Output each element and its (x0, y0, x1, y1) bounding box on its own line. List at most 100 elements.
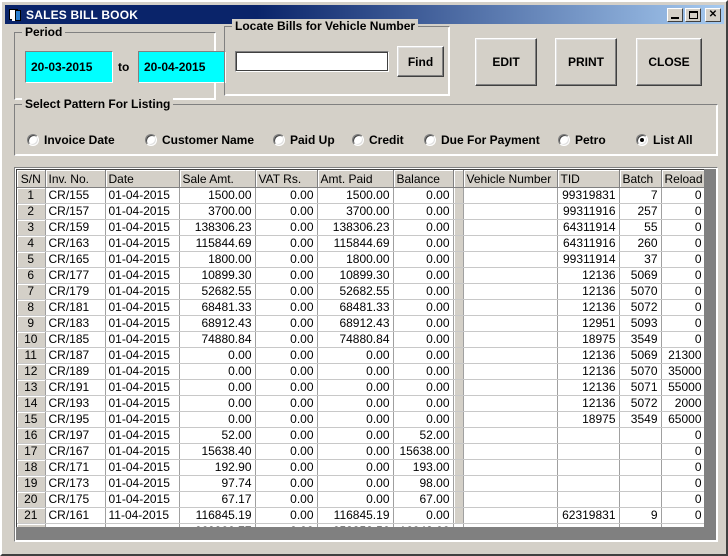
cell-sn[interactable]: 20 (17, 491, 46, 508)
cell-reload[interactable]: 0 (661, 507, 706, 524)
cell-vehicle[interactable] (463, 443, 558, 460)
cell-inv[interactable]: CR/161 (45, 507, 106, 524)
cell-vat[interactable]: 0.00 (255, 251, 318, 268)
col-sn[interactable]: S/N (17, 170, 46, 188)
cell-balance[interactable]: 0.00 (393, 187, 454, 204)
cell-tid[interactable]: 99319831 (557, 187, 620, 204)
cell-date[interactable]: 11-04-2015 (105, 507, 180, 524)
cell-tid[interactable] (557, 427, 620, 444)
cell-paid[interactable]: 1800.00 (317, 251, 394, 268)
edit-button[interactable]: EDIT (475, 38, 537, 86)
cell-sale[interactable]: 116845.19 (179, 507, 256, 524)
cell-sale[interactable]: 0.00 (179, 379, 256, 396)
cell-paid[interactable]: 10899.30 (317, 267, 394, 284)
cell-sn[interactable]: 13 (17, 379, 46, 396)
cell-paid[interactable]: 74880.84 (317, 331, 394, 348)
cell-paid[interactable]: 115844.69 (317, 235, 394, 252)
cell-inv[interactable]: CR/187 (45, 347, 106, 364)
cell-balance[interactable]: 0.00 (393, 267, 454, 284)
table-row[interactable]: 10 CR/185 01-04-2015 74880.84 0.00 74880.84 0.… (17, 331, 715, 348)
cell-inv[interactable]: CR/165 (45, 251, 106, 268)
cell-vat[interactable]: 0.00 (255, 187, 318, 204)
cell-sale[interactable]: 0.00 (179, 395, 256, 412)
cell-vehicle[interactable] (463, 267, 558, 284)
cell-balance[interactable]: 0.00 (393, 395, 454, 412)
cell-paid[interactable]: 138306.23 (317, 219, 394, 236)
cell-tid[interactable]: 12951 (557, 315, 620, 332)
cell-vat[interactable]: 0.00 (255, 507, 318, 524)
cell-vat[interactable]: 0.00 (255, 459, 318, 476)
cell-vehicle[interactable] (463, 235, 558, 252)
cell-reload[interactable]: 0 (661, 427, 706, 444)
cell-batch[interactable] (619, 427, 662, 444)
cell-paid[interactable]: 0.00 (317, 459, 394, 476)
cell-tid[interactable]: 12136 (557, 267, 620, 284)
cell-tid[interactable]: 12136 (557, 363, 620, 380)
cell-tid[interactable]: 99311916 (557, 203, 620, 220)
cell-inv[interactable]: CR/185 (45, 331, 106, 348)
cell-batch[interactable] (619, 475, 662, 492)
cell-paid[interactable]: 0.00 (317, 395, 394, 412)
cell-sale[interactable]: 115844.69 (179, 235, 256, 252)
cell-sn[interactable]: 11 (17, 347, 46, 364)
close-button[interactable]: CLOSE (636, 38, 702, 86)
cell-paid[interactable]: 0.00 (317, 427, 394, 444)
vehicle-number-input[interactable] (235, 51, 389, 72)
cell-batch[interactable]: 5072 (619, 395, 662, 412)
table-row[interactable]: 8 CR/181 01-04-2015 68481.33 0.00 68481.33 0.0… (17, 299, 715, 316)
cell-batch[interactable]: 7 (619, 187, 662, 204)
cell-paid[interactable]: 0.00 (317, 379, 394, 396)
cell-sn[interactable]: 15 (17, 411, 46, 428)
table-row[interactable]: 19CR/17301-04-201597.740.000.0098.0000 (17, 475, 715, 492)
cell-tid[interactable]: 18975 (557, 411, 620, 428)
cell-sn[interactable]: 5 (17, 251, 46, 268)
period-to-field[interactable]: 20-04-2015 (138, 51, 226, 83)
table-row[interactable]: 13 CR/191 01-04-2015 0.00 0.00 0.00 0.00 12136 5… (17, 379, 715, 396)
cell-reload[interactable]: 0 (661, 251, 706, 268)
table-row[interactable]: 14 CR/193 01-04-2015 0.00 0.00 0.00 0.00 12136 5… (17, 395, 715, 412)
cell-inv[interactable]: CR/197 (45, 427, 106, 444)
cell-vehicle[interactable] (463, 251, 558, 268)
cell-date[interactable]: 01-04-2015 (105, 475, 180, 492)
cell-sn[interactable]: 2 (17, 203, 46, 220)
cell-paid[interactable]: 3700.00 (317, 203, 394, 220)
cell-inv[interactable]: CR/159 (45, 219, 106, 236)
cell-tid[interactable] (557, 459, 620, 476)
grid-horizontal-scrollbar[interactable] (16, 527, 716, 540)
cell-batch[interactable] (619, 443, 662, 460)
cell-date[interactable]: 01-04-2015 (105, 187, 180, 204)
cell-tid[interactable]: 62319831 (557, 507, 620, 524)
cell-reload[interactable]: 0 (661, 283, 706, 300)
cell-inv[interactable]: CR/173 (45, 475, 106, 492)
cell-vat[interactable]: 0.00 (255, 219, 318, 236)
col-vat-rs[interactable]: VAT Rs. (255, 170, 318, 188)
cell-paid[interactable]: 52682.55 (317, 283, 394, 300)
cell-vat[interactable]: 0.00 (255, 331, 318, 348)
cell-sale[interactable]: 68912.43 (179, 315, 256, 332)
cell-batch[interactable]: 37 (619, 251, 662, 268)
radio-credit[interactable]: Credit (352, 132, 404, 148)
table-row[interactable]: 11 CR/187 01-04-2015 0.00 0.00 0.00 0.00 12136 5… (17, 347, 715, 364)
print-button[interactable]: PRINT (555, 38, 617, 86)
radio-customer-name[interactable]: Customer Name (145, 132, 254, 148)
cell-batch[interactable]: 5072 (619, 299, 662, 316)
cell-vat[interactable]: 0.00 (255, 443, 318, 460)
col-reload[interactable]: Reload (661, 170, 706, 188)
cell-batch[interactable]: 3549 (619, 411, 662, 428)
cell-inv[interactable]: CR/189 (45, 363, 106, 380)
cell-batch[interactable]: 5069 (619, 267, 662, 284)
table-row[interactable]: 9 CR/183 01-04-2015 68912.43 0.00 68912.43 0.0… (17, 315, 715, 332)
cell-balance[interactable]: 0.00 (393, 363, 454, 380)
cell-tid[interactable] (557, 491, 620, 508)
cell-sn[interactable]: 12 (17, 363, 46, 380)
cell-sn[interactable]: 17 (17, 443, 46, 460)
cell-vat[interactable]: 0.00 (255, 395, 318, 412)
cell-vehicle[interactable] (463, 507, 558, 524)
cell-sn[interactable]: 4 (17, 235, 46, 252)
radio-due-for-payment[interactable]: Due For Payment (424, 132, 540, 148)
cell-paid[interactable]: 116845.19 (317, 507, 394, 524)
cell-balance[interactable]: 98.00 (393, 475, 454, 492)
cell-reload[interactable]: 0 (661, 475, 706, 492)
cell-balance[interactable]: 52.00 (393, 427, 454, 444)
cell-sale[interactable]: 3700.00 (179, 203, 256, 220)
